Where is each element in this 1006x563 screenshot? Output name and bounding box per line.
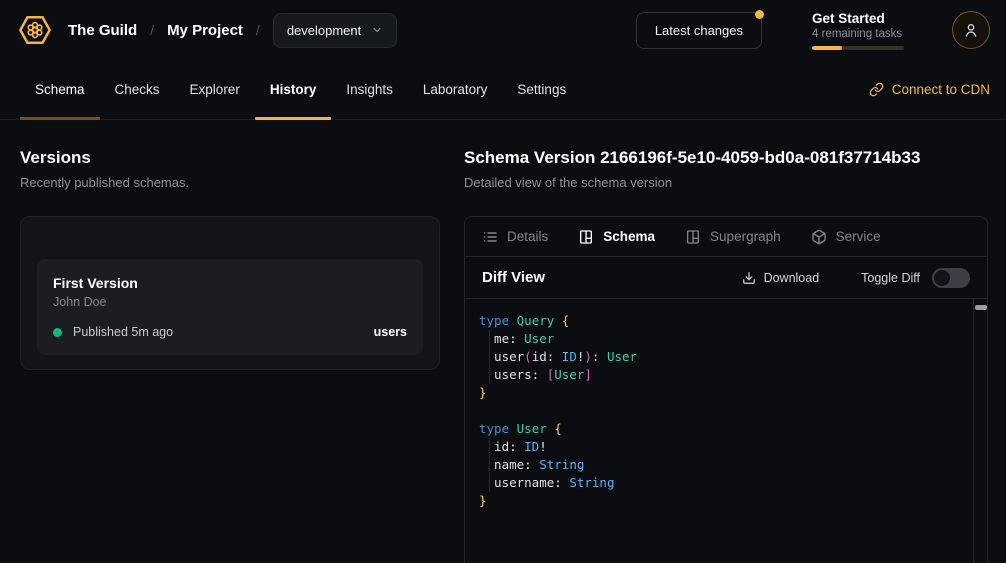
version-service-badge: users	[374, 325, 407, 339]
diff-view-title: Diff View	[482, 269, 545, 286]
versions-subtitle: Recently published schemas.	[20, 175, 440, 190]
version-detail-panel: Schema Version 2166196f-5e10-4059-bd0a-0…	[464, 148, 988, 563]
schema-code-area[interactable]: type Query { me: User user(id: ID!): Use…	[465, 299, 987, 563]
get-started-progress-bar	[812, 46, 904, 50]
indent-guide	[489, 438, 490, 492]
version-status-row: Published 5m ago users	[53, 325, 407, 339]
versions-panel: Versions Recently published schemas. Fir…	[20, 148, 440, 563]
toggle-diff-switch[interactable]	[932, 268, 970, 288]
notification-dot	[755, 10, 764, 19]
tab-history[interactable]: History	[255, 60, 332, 119]
indent-guide	[489, 330, 490, 384]
detail-tab-supergraph[interactable]: Supergraph	[685, 229, 781, 245]
get-started-progress-fill	[812, 46, 842, 50]
org-name[interactable]: The Guild	[68, 22, 137, 39]
breadcrumb-separator: /	[150, 22, 154, 38]
columns-icon	[578, 229, 594, 245]
detail-tab-schema[interactable]: Schema	[578, 229, 655, 245]
header: The Guild / My Project / development Lat…	[0, 0, 1006, 60]
connect-to-cdn-label: Connect to CDN	[892, 82, 990, 97]
target-select[interactable]: development	[273, 13, 397, 48]
chevron-down-icon	[371, 24, 383, 36]
version-status: Published 5m ago	[73, 325, 173, 339]
user-icon	[963, 22, 979, 38]
target-select-value: development	[287, 23, 361, 38]
published-status-dot	[53, 328, 62, 337]
download-icon	[742, 271, 756, 285]
version-detail-container: Details Schema Supergraph	[464, 216, 988, 563]
hive-logo-icon[interactable]	[16, 11, 54, 49]
get-started-title: Get Started	[812, 11, 904, 26]
versions-list-card: First Version John Doe Published 5m ago …	[20, 216, 440, 370]
version-name: First Version	[53, 275, 407, 291]
version-detail-title: Schema Version 2166196f-5e10-4059-bd0a-0…	[464, 148, 988, 168]
tab-settings[interactable]: Settings	[502, 60, 581, 119]
detail-tabs: Details Schema Supergraph	[465, 217, 987, 257]
detail-tab-details[interactable]: Details	[482, 229, 548, 245]
get-started-widget[interactable]: Get Started 4 remaining tasks	[812, 11, 904, 50]
connect-to-cdn-link[interactable]: Connect to CDN	[869, 60, 990, 119]
download-label: Download	[764, 271, 820, 285]
version-author: John Doe	[53, 295, 407, 309]
box-icon	[811, 229, 827, 245]
tab-checks[interactable]: Checks	[100, 60, 175, 119]
tab-schema[interactable]: Schema	[20, 60, 100, 119]
main-content: Versions Recently published schemas. Fir…	[0, 120, 1006, 563]
version-list-item[interactable]: First Version John Doe Published 5m ago …	[37, 259, 423, 355]
diff-actions: Download Toggle Diff	[742, 268, 970, 288]
code-scrollbar[interactable]	[973, 299, 987, 563]
tab-laboratory[interactable]: Laboratory	[408, 60, 503, 119]
tab-underline	[255, 117, 332, 120]
get-started-subtitle: 4 remaining tasks	[812, 28, 904, 40]
breadcrumb-separator: /	[256, 22, 260, 38]
project-name[interactable]: My Project	[167, 22, 243, 39]
target-nav: Schema Checks Explorer History Insights …	[0, 60, 1006, 120]
link-icon	[869, 82, 884, 97]
latest-changes-button[interactable]: Latest changes	[636, 12, 762, 49]
version-detail-subtitle: Detailed view of the schema version	[464, 175, 988, 190]
download-button[interactable]: Download	[742, 271, 820, 285]
scrollbar-thumb[interactable]	[975, 305, 987, 310]
columns-icon	[685, 229, 701, 245]
toggle-diff-label: Toggle Diff	[861, 271, 920, 285]
versions-title: Versions	[20, 148, 440, 168]
tab-explorer[interactable]: Explorer	[175, 60, 255, 119]
code-content: type Query { me: User user(id: ID!): Use…	[465, 299, 987, 523]
list-icon	[482, 229, 498, 245]
tab-insights[interactable]: Insights	[331, 60, 408, 119]
tab-underline	[20, 117, 100, 120]
toggle-knob	[934, 270, 950, 286]
detail-tab-service[interactable]: Service	[811, 229, 881, 245]
user-menu-button[interactable]	[952, 11, 990, 49]
diff-view-header: Diff View Download Toggle Diff	[465, 257, 987, 299]
latest-changes-label: Latest changes	[655, 23, 743, 38]
